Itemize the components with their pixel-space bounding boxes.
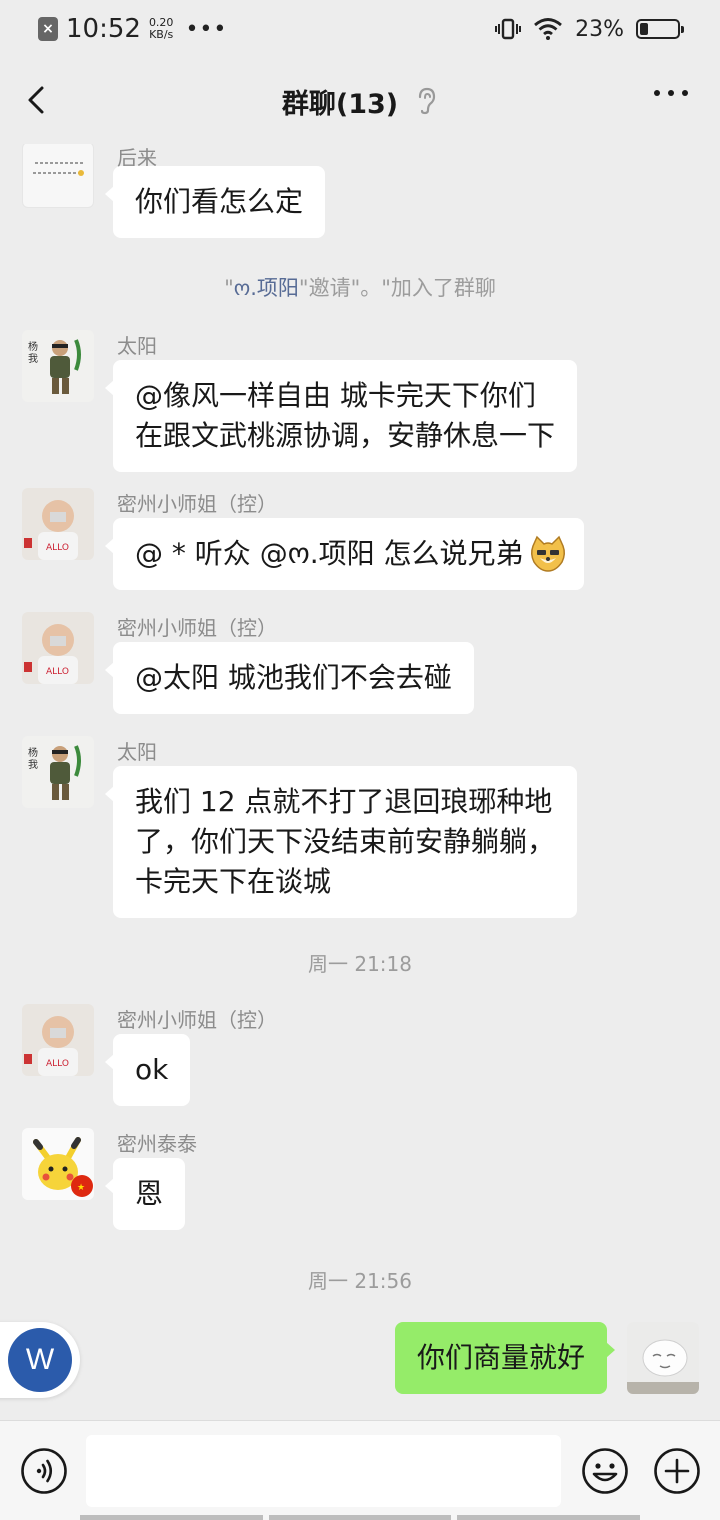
floating-w-label: W [8, 1328, 72, 1392]
emoji-icon[interactable] [581, 1447, 629, 1495]
svg-text:ALLO: ALLO [46, 667, 69, 677]
message-line: 在跟文武桃源协调，安静休息一下 [135, 419, 556, 452]
floating-button[interactable]: W [0, 1322, 80, 1398]
message-text: @ * 听众 @ო.项阳 怎么说兄弟 [135, 537, 524, 570]
title-bar: 群聊(13) [0, 58, 720, 144]
chat-area[interactable]: 后来 你们看怎么定 "ო.项阳"邀请"。"加入了群聊 杨 我 太阳 @像风一样自… [0, 144, 720, 1420]
message-bubble[interactable]: 你们看怎么定 [104, 166, 326, 238]
message: ALLO 密州小师姐（控） @太阳 城池我们不会去碰 [22, 612, 642, 722]
message: 杨 我 太阳 @像风一样自由 城卡完天下你们 在跟文武桃源协调，安静休息一下 [22, 330, 642, 472]
sender-name: 密州小师姐（控） [117, 1008, 277, 1032]
voice-icon[interactable] [20, 1447, 68, 1495]
status-right: 23% [495, 16, 684, 42]
sender-name: 密州泰泰 [117, 1132, 197, 1156]
svg-text:杨: 杨 [28, 340, 38, 353]
notification-close-icon: × [38, 17, 58, 41]
avatar[interactable] [22, 144, 94, 208]
input-bar [0, 1420, 720, 1520]
avatar[interactable]: ALLO [22, 1004, 94, 1076]
message-bubble[interactable]: 我们 12 点就不打了退回琅琊种地 了，你们天下没结束前安静躺躺， 卡完天下在谈… [104, 766, 578, 918]
more-notifications-icon: ••• [185, 16, 228, 42]
network-speed: 0.20 KB/s [149, 17, 174, 41]
self-avatar[interactable] [627, 1322, 699, 1394]
vibrate-icon [495, 18, 522, 40]
avatar[interactable]: ★ [22, 1128, 94, 1200]
battery-percent: 23% [575, 16, 624, 42]
message: ALLO 密州小师姐（控） @ * 听众 @ო.项阳 怎么说兄弟 [22, 488, 642, 598]
system-text: "邀请" [298, 276, 361, 300]
gesture-bar [80, 1515, 641, 1520]
timestamp: 周一 21:56 [308, 1269, 412, 1293]
system-text: " [224, 276, 234, 300]
doge-emoji-icon [530, 535, 565, 572]
svg-text:ALLO: ALLO [46, 543, 69, 553]
message-bubble-self[interactable]: 你们商量就好 [394, 1322, 616, 1394]
chevron-left-icon[interactable] [22, 80, 52, 120]
status-bar: × 10:52 0.20 KB/s ••• 23% [0, 0, 720, 58]
sender-name: 密州小师姐（控） [117, 616, 277, 640]
message-input[interactable] [86, 1435, 561, 1507]
message-bubble[interactable]: @ * 听众 @ო.项阳 怎么说兄弟 [105, 518, 584, 590]
message-line: @像风一样自由 城卡完天下你们 [135, 379, 536, 412]
message-line: 卡完天下在谈城 [135, 865, 332, 898]
system-text: 。"加入了群聊 [360, 276, 496, 300]
message: 后来 你们看怎么定 [22, 144, 622, 242]
system-message: "ო.项阳"邀请"。"加入了群聊 [0, 272, 720, 302]
avatar[interactable]: ALLO [22, 488, 94, 560]
message-bubble[interactable]: 恩 [104, 1158, 186, 1230]
svg-text:我: 我 [28, 759, 38, 771]
svg-text:ALLO: ALLO [46, 1059, 69, 1069]
title-group: 群聊(13) [282, 82, 438, 121]
message-bubble[interactable]: @像风一样自由 城卡完天下你们 在跟文武桃源协调，安静休息一下 [104, 360, 578, 472]
message: ★ 密州泰泰 恩 [22, 1128, 642, 1238]
network-speed-unit: KB/s [149, 28, 174, 41]
ear-icon [419, 87, 436, 115]
svg-text:我: 我 [28, 353, 38, 365]
message-bubble[interactable]: ok [104, 1034, 191, 1106]
avatar[interactable]: 杨 我 [22, 736, 94, 808]
battery-level [640, 23, 649, 35]
svg-text:杨: 杨 [28, 746, 38, 759]
message-line: 了，你们天下没结束前安静躺躺， [135, 825, 556, 858]
sender-name: 太阳 [117, 740, 157, 764]
sender-name: 太阳 [117, 334, 157, 358]
message-bubble[interactable]: @太阳 城池我们不会去碰 [105, 642, 474, 714]
avatar[interactable]: 杨 我 [22, 330, 94, 402]
message: 杨 我 太阳 我们 12 点就不打了退回琅琊种地 了，你们天下没结束前安静躺躺，… [22, 736, 642, 926]
more-icon[interactable] [654, 90, 688, 96]
svg-text:★: ★ [77, 1183, 85, 1193]
avatar[interactable]: ALLO [22, 612, 94, 684]
battery-icon [636, 19, 684, 39]
system-link[interactable]: ო.项阳 [234, 276, 299, 300]
clock: 10:52 [66, 14, 141, 44]
sender-name: 密州小师姐（控） [117, 492, 277, 516]
status-left: × 10:52 0.20 KB/s ••• [38, 14, 227, 44]
message-line: 我们 12 点就不打了退回琅琊种地 [135, 785, 553, 818]
plus-icon[interactable] [653, 1447, 701, 1495]
wifi-icon [534, 18, 562, 40]
message: ALLO 密州小师姐（控） ok [22, 1004, 642, 1114]
timestamp: 周一 21:18 [308, 952, 412, 976]
chat-title: 群聊(13) [281, 88, 399, 120]
